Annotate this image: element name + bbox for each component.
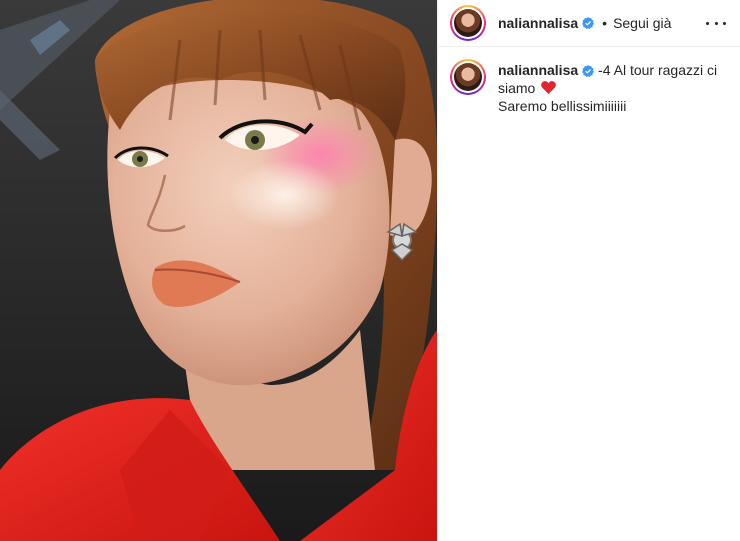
caption-username[interactable]: naliannalisa [498,62,578,78]
post-photo[interactable] [0,0,437,541]
post-header: naliannalisa • Segui già [438,0,740,47]
caption-text: naliannalisa -4 Al tour ragazzi ci siamo… [498,61,728,115]
instagram-post: naliannalisa • Segui già naliannalisa -4… [0,0,740,541]
caption-avatar[interactable] [450,59,486,95]
separator-dot: • [602,15,608,31]
caption-line-2: Saremo bellissimiiiiiii [498,98,627,114]
post-side-panel: naliannalisa • Segui già naliannalisa -4… [437,0,740,541]
portrait-photo [0,0,437,541]
caption-section: naliannalisa -4 Al tour ragazzi ci siamo… [438,47,740,115]
profile-avatar[interactable] [450,5,486,41]
header-username[interactable]: naliannalisa [498,15,578,31]
caption-comment: naliannalisa -4 Al tour ragazzi ci siamo… [450,59,728,115]
verified-badge-icon [582,65,595,78]
more-options-icon[interactable] [706,13,726,33]
following-button[interactable]: Segui già [613,15,671,31]
verified-badge-icon [582,17,595,29]
red-heart-icon [541,80,557,94]
